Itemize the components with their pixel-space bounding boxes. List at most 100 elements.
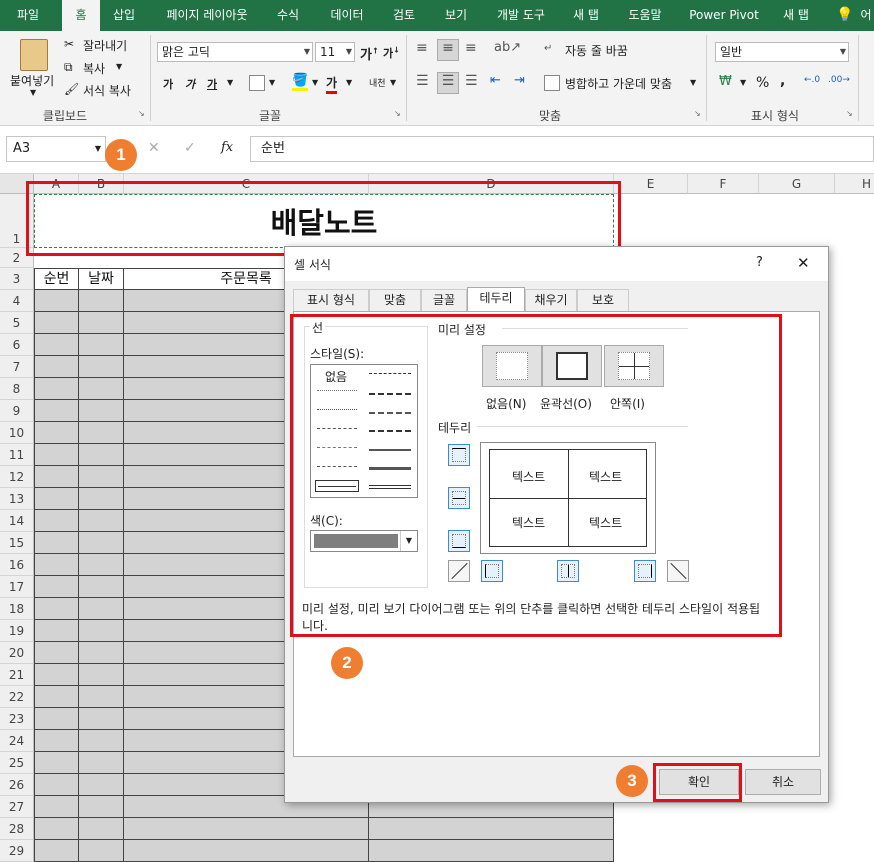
align-right-icon[interactable]: ☰: [465, 73, 478, 89]
insert-function-button[interactable]: fx: [221, 140, 233, 155]
table-cell[interactable]: [34, 554, 79, 576]
phonetic-button[interactable]: 내천: [369, 76, 386, 89]
row-header[interactable]: 26: [0, 774, 34, 796]
row-header[interactable]: 7: [0, 356, 34, 378]
table-cell[interactable]: [79, 400, 124, 422]
tab-power-pivot[interactable]: Power Pivot: [684, 0, 764, 31]
row-header[interactable]: 16: [0, 554, 34, 576]
table-cell[interactable]: [369, 818, 614, 840]
table-cell[interactable]: [34, 378, 79, 400]
tab-tell-me[interactable]: 어: [858, 0, 874, 31]
tab-review[interactable]: 검토: [384, 0, 424, 31]
header-cell[interactable]: 날짜: [79, 268, 124, 290]
percent-button[interactable]: %: [756, 75, 769, 91]
font-size-select[interactable]: 11 ▼: [315, 42, 355, 62]
table-cell[interactable]: [79, 290, 124, 312]
phonetic-chevron-icon[interactable]: ▼: [390, 78, 396, 87]
alignment-launcher-icon[interactable]: ↘: [694, 109, 701, 118]
row-header[interactable]: 20: [0, 642, 34, 664]
table-cell[interactable]: [34, 774, 79, 796]
table-cell[interactable]: [79, 796, 124, 818]
tab-developer[interactable]: 개발 도구: [486, 0, 556, 31]
bold-button[interactable]: 가: [163, 76, 173, 92]
table-cell[interactable]: [79, 422, 124, 444]
grow-font-button[interactable]: 가↑: [360, 44, 379, 63]
copy-chevron-icon[interactable]: ▼: [116, 62, 122, 71]
cut-icon[interactable]: ✂: [64, 37, 74, 51]
align-bottom-icon[interactable]: ≡: [465, 40, 477, 56]
table-cell[interactable]: [34, 510, 79, 532]
cancel-button[interactable]: 취소: [745, 769, 821, 795]
row-header[interactable]: 22: [0, 686, 34, 708]
row-header[interactable]: 10: [0, 422, 34, 444]
merge-center-button[interactable]: 병합하고 가운데 맞춤: [565, 75, 672, 92]
clipboard-launcher-icon[interactable]: ↘: [138, 109, 145, 118]
tab-help[interactable]: 도움말: [620, 0, 670, 31]
table-cell[interactable]: [34, 642, 79, 664]
tab-home[interactable]: 홈: [62, 0, 100, 32]
table-cell[interactable]: [79, 466, 124, 488]
column-header-e[interactable]: E: [614, 174, 688, 194]
table-cell[interactable]: [79, 642, 124, 664]
tab-insert[interactable]: 삽입: [104, 0, 144, 31]
column-header-h[interactable]: H: [835, 174, 874, 194]
lightbulb-icon[interactable]: 💡: [836, 0, 853, 31]
merge-center-icon[interactable]: [544, 75, 560, 91]
table-cell[interactable]: [79, 818, 124, 840]
tab-new-2[interactable]: 새 탭: [774, 0, 818, 31]
table-cell[interactable]: [34, 686, 79, 708]
column-header-g[interactable]: G: [759, 174, 835, 194]
paste-chevron-icon[interactable]: ▼: [30, 88, 36, 97]
align-middle-icon[interactable]: ≡: [437, 39, 459, 61]
row-header[interactable]: 18: [0, 598, 34, 620]
fill-color-icon[interactable]: 🪣: [292, 73, 309, 91]
help-button[interactable]: ?: [756, 255, 763, 270]
table-cell[interactable]: [79, 378, 124, 400]
tab-new-1[interactable]: 새 탭: [564, 0, 608, 31]
row-header[interactable]: 3: [0, 268, 34, 290]
decrease-decimal-icon[interactable]: .00→: [828, 75, 850, 85]
orientation-icon[interactable]: ab↗: [494, 40, 521, 55]
table-cell[interactable]: [34, 708, 79, 730]
currency-icon[interactable]: ₩: [719, 74, 732, 89]
paste-button[interactable]: 붙여넣기: [10, 72, 54, 89]
table-cell[interactable]: [79, 730, 124, 752]
row-header[interactable]: 25: [0, 752, 34, 774]
table-cell[interactable]: [79, 686, 124, 708]
underline-button[interactable]: 가: [207, 76, 217, 92]
row-header[interactable]: 24: [0, 730, 34, 752]
table-cell[interactable]: [79, 598, 124, 620]
merge-chevron-icon[interactable]: ▼: [690, 78, 696, 87]
tab-formulas[interactable]: 수식: [268, 0, 308, 31]
cancel-entry-icon[interactable]: ✕: [148, 140, 160, 156]
table-cell[interactable]: [79, 576, 124, 598]
row-header[interactable]: 4: [0, 290, 34, 312]
align-top-icon[interactable]: ≡: [416, 40, 428, 56]
tab-file[interactable]: 파일: [8, 0, 48, 31]
table-cell[interactable]: [34, 466, 79, 488]
table-cell[interactable]: [79, 620, 124, 642]
table-cell[interactable]: [124, 818, 369, 840]
table-cell[interactable]: [34, 620, 79, 642]
table-cell[interactable]: [34, 290, 79, 312]
align-left-icon[interactable]: ☰: [416, 73, 429, 89]
shrink-font-button[interactable]: 가↓: [383, 45, 400, 61]
copy-icon[interactable]: ⧉: [64, 60, 73, 75]
row-header[interactable]: 12: [0, 466, 34, 488]
table-cell[interactable]: [79, 554, 124, 576]
confirm-entry-icon[interactable]: ✓: [184, 140, 196, 156]
tab-view[interactable]: 보기: [436, 0, 476, 31]
tab-font[interactable]: 글꼴: [421, 289, 467, 311]
tab-fill[interactable]: 채우기: [525, 289, 577, 311]
row-header[interactable]: 13: [0, 488, 34, 510]
row-header[interactable]: 17: [0, 576, 34, 598]
tab-data[interactable]: 데이터: [322, 0, 372, 31]
paste-icon[interactable]: [20, 39, 48, 71]
column-header-f[interactable]: F: [688, 174, 759, 194]
row-header[interactable]: 6: [0, 334, 34, 356]
table-cell[interactable]: [34, 730, 79, 752]
table-cell[interactable]: [79, 532, 124, 554]
row-header[interactable]: 21: [0, 664, 34, 686]
table-cell[interactable]: [79, 444, 124, 466]
table-cell[interactable]: [79, 356, 124, 378]
